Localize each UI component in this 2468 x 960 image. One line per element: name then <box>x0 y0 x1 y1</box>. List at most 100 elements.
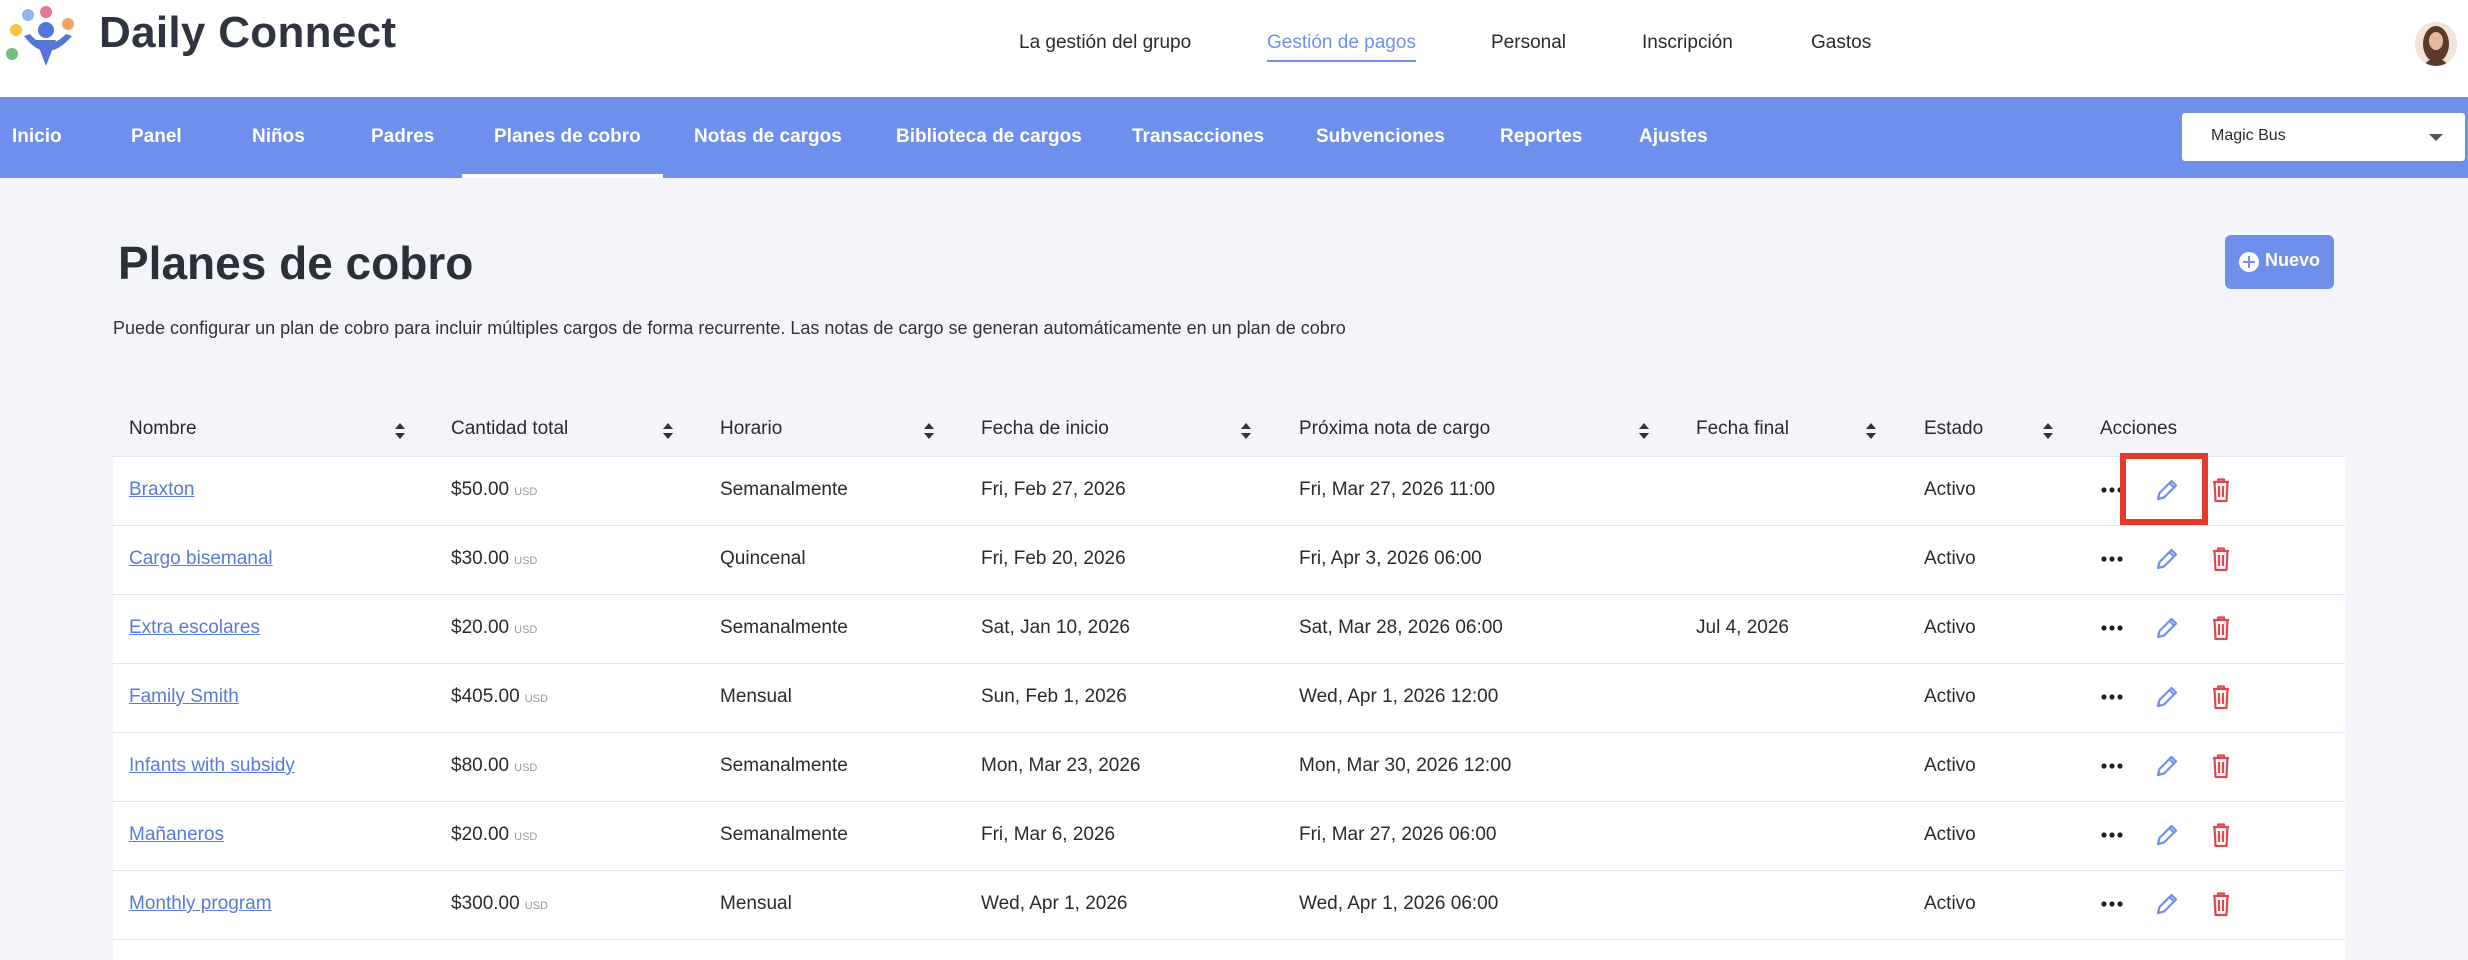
plan-start-date: Sat, Jan 10, 2026 <box>981 617 1130 638</box>
plan-next-charge: Mon, Mar 30, 2026 12:00 <box>1299 755 1512 776</box>
plan-name-link[interactable]: Extra escolares <box>129 617 260 639</box>
brand-name: Daily Connect <box>99 8 397 57</box>
subnav-panel[interactable]: Panel <box>131 97 182 178</box>
table-row: Extra escolares $20.00 USD Semanalmente S… <box>113 595 2345 664</box>
edit-pencil-icon[interactable] <box>2152 820 2182 850</box>
subnav-ninos[interactable]: Niños <box>252 97 305 178</box>
plan-name-link[interactable]: Braxton <box>129 479 194 501</box>
table-header: Nombre Cantidad total Horario Fecha de i… <box>113 406 2345 457</box>
program-select[interactable]: Magic Bus <box>2182 113 2465 161</box>
more-options-icon[interactable] <box>2097 820 2127 850</box>
subnav-ajustes[interactable]: Ajustes <box>1639 97 1708 178</box>
delete-trash-icon[interactable] <box>2206 820 2236 850</box>
col-nombre[interactable]: Nombre <box>129 418 197 440</box>
plan-next-charge: Wed, Apr 1, 2026 12:00 <box>1299 686 1499 707</box>
plan-schedule: Quincenal <box>720 548 806 569</box>
plan-status: Activo <box>1924 617 1976 638</box>
plan-amount: $80.00 USD <box>451 755 538 776</box>
plan-name-link[interactable]: Family Smith <box>129 686 239 708</box>
subnav-reportes[interactable]: Reportes <box>1500 97 1582 178</box>
col-estado[interactable]: Estado <box>1924 418 1983 440</box>
more-options-icon[interactable] <box>2097 889 2127 919</box>
table-row: Family Smith $405.00 USD Mensual Sun, Feb… <box>113 664 2345 733</box>
topnav-grupo[interactable]: La gestión del grupo <box>1019 0 1191 86</box>
table-row: Braxton $50.00 USD Semanalmente Fri, Feb … <box>113 457 2345 526</box>
col-proxima-nota[interactable]: Próxima nota de cargo <box>1299 418 1490 440</box>
topnav-pagos[interactable]: Gestión de pagos <box>1267 0 1416 86</box>
more-options-icon[interactable] <box>2097 682 2127 712</box>
top-header: Daily Connect La gestión del grupo Gesti… <box>0 0 2468 97</box>
col-fecha-final[interactable]: Fecha final <box>1696 418 1789 440</box>
user-avatar[interactable] <box>2415 22 2457 66</box>
subnav-inicio[interactable]: Inicio <box>12 97 62 178</box>
plan-schedule: Semanalmente <box>720 617 848 638</box>
plus-circle-icon <box>2239 252 2259 272</box>
plan-status: Activo <box>1924 479 1976 500</box>
sort-icon[interactable] <box>662 422 674 440</box>
subnav-biblioteca[interactable]: Biblioteca de cargos <box>896 97 1082 178</box>
plan-status: Activo <box>1924 824 1976 845</box>
plan-next-charge: Fri, Mar 27, 2026 06:00 <box>1299 824 1497 845</box>
sort-icon[interactable] <box>1240 422 1252 440</box>
plan-start-date: Sun, Feb 1, 2026 <box>981 686 1127 707</box>
more-options-icon[interactable] <box>2097 751 2127 781</box>
topnav-personal[interactable]: Personal <box>1491 0 1566 86</box>
delete-trash-icon[interactable] <box>2206 889 2236 919</box>
plan-amount: $300.00 USD <box>451 893 548 914</box>
sort-icon[interactable] <box>923 422 935 440</box>
billing-plans-table: Nombre Cantidad total Horario Fecha de i… <box>113 406 2345 960</box>
topnav-inscripcion[interactable]: Inscripción <box>1642 0 1733 86</box>
col-horario[interactable]: Horario <box>720 418 782 440</box>
subnav-planes-de-cobro[interactable]: Planes de cobro <box>462 97 663 178</box>
plan-start-date: Mon, Mar 23, 2026 <box>981 755 1141 776</box>
edit-pencil-icon[interactable] <box>2152 751 2182 781</box>
page-description: Puede configurar un plan de cobro para i… <box>113 318 1346 338</box>
col-fecha-inicio[interactable]: Fecha de inicio <box>981 418 1109 440</box>
plan-name-link[interactable]: Mañaneros <box>129 824 224 846</box>
plan-next-charge: Sat, Mar 28, 2026 06:00 <box>1299 617 1503 638</box>
sort-icon[interactable] <box>394 422 406 440</box>
plan-amount: $405.00 USD <box>451 686 548 707</box>
plan-start-date: Fri, Mar 6, 2026 <box>981 824 1116 845</box>
plan-schedule: Mensual <box>720 686 792 707</box>
edit-pencil-icon[interactable] <box>2152 544 2182 574</box>
plan-next-charge: Wed, Apr 1, 2026 06:00 <box>1299 893 1499 914</box>
topnav-gastos[interactable]: Gastos <box>1811 0 1871 86</box>
col-cantidad-total[interactable]: Cantidad total <box>451 418 568 440</box>
sort-icon[interactable] <box>1638 422 1650 440</box>
page-title: Planes de cobro <box>118 237 474 289</box>
plan-next-charge: Fri, Mar 27, 2026 11:00 <box>1299 479 1496 500</box>
subnav-transacciones[interactable]: Transacciones <box>1132 97 1264 178</box>
plan-amount: $30.00 USD <box>451 548 538 569</box>
subnav-notas-de-cargos[interactable]: Notas de cargos <box>694 97 842 178</box>
subnav-padres[interactable]: Padres <box>371 97 434 178</box>
table-row: Cargo bisemanal $30.00 USD Quincenal Fri,… <box>113 526 2345 595</box>
delete-trash-icon[interactable] <box>2206 475 2236 505</box>
new-plan-button[interactable]: Nuevo <box>2225 235 2334 289</box>
table-row: Infants with subsidy $80.00 USD Semanalme… <box>113 733 2345 802</box>
plan-amount: $20.00 USD <box>451 824 538 845</box>
plan-amount: $50.00 USD <box>451 479 538 500</box>
col-acciones: Acciones <box>2100 418 2178 439</box>
edit-pencil-icon[interactable] <box>2152 889 2182 919</box>
delete-trash-icon[interactable] <box>2206 613 2236 643</box>
subnav-subvenciones[interactable]: Subvenciones <box>1316 97 1445 178</box>
plan-schedule: Mensual <box>720 893 792 914</box>
section-nav-bar: Inicio Panel Niños Padres Planes de cobr… <box>0 97 2468 178</box>
delete-trash-icon[interactable] <box>2206 544 2236 574</box>
plan-status: Activo <box>1924 548 1976 569</box>
delete-trash-icon[interactable] <box>2206 751 2236 781</box>
daily-connect-logo[interactable] <box>6 6 82 68</box>
more-options-icon[interactable] <box>2097 544 2127 574</box>
plan-name-link[interactable]: Cargo bisemanal <box>129 548 273 570</box>
edit-pencil-icon[interactable] <box>2152 682 2182 712</box>
more-options-icon[interactable] <box>2097 613 2127 643</box>
plan-start-date: Fri, Feb 27, 2026 <box>981 479 1126 500</box>
sort-icon[interactable] <box>2042 422 2054 440</box>
plan-name-link[interactable]: Monthly program <box>129 893 272 915</box>
plan-name-link[interactable]: Infants with subsidy <box>129 755 295 777</box>
edit-pencil-icon[interactable] <box>2152 613 2182 643</box>
delete-trash-icon[interactable] <box>2206 682 2236 712</box>
sort-icon[interactable] <box>1865 422 1877 440</box>
plan-start-date: Wed, Apr 1, 2026 <box>981 893 1128 914</box>
